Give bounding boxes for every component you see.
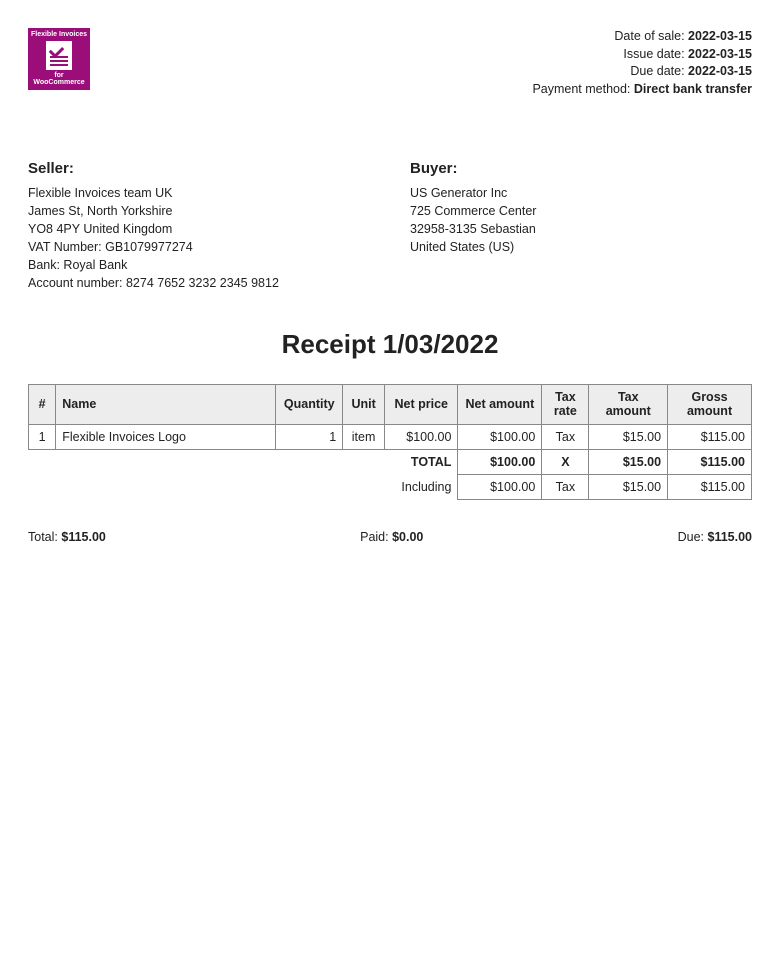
summary-row: Total: $115.00 Paid: $0.00 Due: $115.00 — [28, 530, 752, 544]
total-net-amount: $100.00 — [458, 449, 542, 474]
cell-net-amount: $100.00 — [458, 424, 542, 449]
col-tax-rate: Tax rate — [542, 384, 589, 424]
summary-due: Due: $115.00 — [678, 530, 752, 544]
summary-due-value: $115.00 — [708, 530, 753, 544]
total-tax-amount: $15.00 — [589, 449, 668, 474]
summary-total-label: Total: — [28, 530, 58, 544]
cell-num: 1 — [29, 424, 56, 449]
logo-text-top: Flexible Invoices — [31, 31, 87, 39]
summary-paid-value: $0.00 — [392, 530, 423, 544]
summary-paid-label: Paid: — [360, 530, 389, 544]
col-tax-amount: Tax amount — [589, 384, 668, 424]
logo-text-bottom: for WooCommerce — [30, 72, 88, 87]
document-meta: Date of sale: 2022-03-15 Issue date: 202… — [532, 28, 752, 98]
seller-line: VAT Number: GB1079977274 — [28, 238, 370, 256]
document-title: Receipt 1/03/2022 — [28, 329, 752, 360]
seller-line: YO8 4PY United Kingdom — [28, 220, 370, 238]
payment-method-label: Payment method: — [532, 82, 630, 96]
due-date-value: 2022-03-15 — [688, 64, 752, 78]
seller-line: Bank: Royal Bank — [28, 256, 370, 274]
including-net-amount: $100.00 — [458, 474, 542, 499]
buyer-line: 725 Commerce Center — [410, 202, 752, 220]
seller-block: Seller: Flexible Invoices team UK James … — [28, 158, 370, 293]
product-logo: Flexible Invoices for WooCommerce — [28, 28, 90, 90]
col-unit: Unit — [343, 384, 385, 424]
seller-heading: Seller: — [28, 158, 370, 180]
buyer-line: United States (US) — [410, 238, 752, 256]
col-num: # — [29, 384, 56, 424]
col-qty: Quantity — [276, 384, 343, 424]
header-row: Flexible Invoices for WooCommerce Date o… — [28, 28, 752, 98]
cell-name: Flexible Invoices Logo — [56, 424, 276, 449]
seller-line: Flexible Invoices team UK — [28, 184, 370, 202]
total-label: TOTAL — [385, 449, 458, 474]
payment-method-value: Direct bank transfer — [634, 82, 752, 96]
table-header-row: # Name Quantity Unit Net price Net amoun… — [29, 384, 752, 424]
total-gross-amount: $115.00 — [668, 449, 752, 474]
total-tax-rate: X — [542, 449, 589, 474]
date-of-sale-label: Date of sale: — [614, 29, 684, 43]
issue-date-label: Issue date: — [623, 47, 684, 61]
cell-unit: item — [343, 424, 385, 449]
buyer-line: 32958-3135 Sebastian — [410, 220, 752, 238]
issue-date-value: 2022-03-15 — [688, 47, 752, 61]
summary-total-value: $115.00 — [61, 530, 106, 544]
buyer-heading: Buyer: — [410, 158, 752, 180]
including-tax-amount: $15.00 — [589, 474, 668, 499]
summary-due-label: Due: — [678, 530, 704, 544]
total-row: TOTAL $100.00 X $15.00 $115.00 — [29, 449, 752, 474]
due-date-label: Due date: — [630, 64, 684, 78]
buyer-line: US Generator Inc — [410, 184, 752, 202]
including-row: Including $100.00 Tax $15.00 $115.00 — [29, 474, 752, 499]
col-net-price: Net price — [385, 384, 458, 424]
cell-tax-amount: $15.00 — [589, 424, 668, 449]
table-row: 1 Flexible Invoices Logo 1 item $100.00 … — [29, 424, 752, 449]
invoice-check-icon — [46, 41, 72, 70]
col-gross-amount: Gross amount — [668, 384, 752, 424]
summary-paid: Paid: $0.00 — [360, 530, 423, 544]
cell-gross-amount: $115.00 — [668, 424, 752, 449]
buyer-block: Buyer: US Generator Inc 725 Commerce Cen… — [410, 158, 752, 293]
seller-line: James St, North Yorkshire — [28, 202, 370, 220]
items-table: # Name Quantity Unit Net price Net amoun… — [28, 384, 752, 500]
parties-row: Seller: Flexible Invoices team UK James … — [28, 158, 752, 293]
date-of-sale-value: 2022-03-15 — [688, 29, 752, 43]
cell-tax-rate: Tax — [542, 424, 589, 449]
summary-total: Total: $115.00 — [28, 530, 106, 544]
col-net-amount: Net amount — [458, 384, 542, 424]
cell-qty: 1 — [276, 424, 343, 449]
col-name: Name — [56, 384, 276, 424]
including-tax-rate: Tax — [542, 474, 589, 499]
including-label: Including — [385, 474, 458, 499]
seller-line: Account number: 8274 7652 3232 2345 9812 — [28, 274, 370, 292]
cell-net-price: $100.00 — [385, 424, 458, 449]
including-gross-amount: $115.00 — [668, 474, 752, 499]
